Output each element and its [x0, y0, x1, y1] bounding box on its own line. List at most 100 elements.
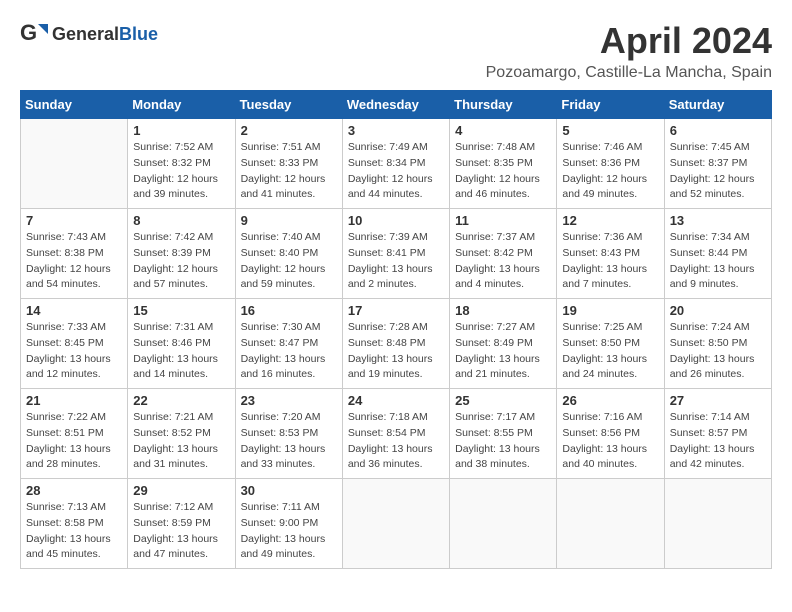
- logo-general: General: [52, 24, 119, 44]
- calendar-cell: 26 Sunrise: 7:16 AMSunset: 8:56 PMDayligh…: [557, 389, 664, 479]
- day-info: Sunrise: 7:42 AMSunset: 8:39 PMDaylight:…: [133, 230, 229, 293]
- calendar-cell: 8 Sunrise: 7:42 AMSunset: 8:39 PMDaylight…: [128, 209, 235, 299]
- day-info: Sunrise: 7:51 AMSunset: 8:33 PMDaylight:…: [241, 140, 337, 203]
- day-number: 1: [133, 123, 229, 138]
- day-number: 16: [241, 303, 337, 318]
- calendar-cell: 16 Sunrise: 7:30 AMSunset: 8:47 PMDayligh…: [235, 299, 342, 389]
- day-number: 5: [562, 123, 658, 138]
- column-header-friday: Friday: [557, 91, 664, 119]
- day-info: Sunrise: 7:27 AMSunset: 8:49 PMDaylight:…: [455, 320, 551, 383]
- day-number: 6: [670, 123, 766, 138]
- column-header-sunday: Sunday: [21, 91, 128, 119]
- svg-text:G: G: [20, 20, 37, 45]
- day-info: Sunrise: 7:37 AMSunset: 8:42 PMDaylight:…: [455, 230, 551, 293]
- day-info: Sunrise: 7:40 AMSunset: 8:40 PMDaylight:…: [241, 230, 337, 293]
- day-number: 8: [133, 213, 229, 228]
- day-info: Sunrise: 7:52 AMSunset: 8:32 PMDaylight:…: [133, 140, 229, 203]
- calendar-table: SundayMondayTuesdayWednesdayThursdayFrid…: [20, 90, 772, 569]
- day-number: 15: [133, 303, 229, 318]
- day-info: Sunrise: 7:45 AMSunset: 8:37 PMDaylight:…: [670, 140, 766, 203]
- day-number: 13: [670, 213, 766, 228]
- logo-icon: G: [20, 20, 48, 48]
- column-header-monday: Monday: [128, 91, 235, 119]
- day-number: 21: [26, 393, 122, 408]
- day-info: Sunrise: 7:31 AMSunset: 8:46 PMDaylight:…: [133, 320, 229, 383]
- calendar-cell: 6 Sunrise: 7:45 AMSunset: 8:37 PMDaylight…: [664, 119, 771, 209]
- calendar-cell: 18Sunrise: 7:27 AMSunset: 8:49 PMDayligh…: [450, 299, 557, 389]
- day-number: 26: [562, 393, 658, 408]
- day-info: Sunrise: 7:12 AMSunset: 8:59 PMDaylight:…: [133, 500, 229, 563]
- calendar-cell: 23Sunrise: 7:20 AMSunset: 8:53 PMDayligh…: [235, 389, 342, 479]
- day-info: Sunrise: 7:49 AMSunset: 8:34 PMDaylight:…: [348, 140, 444, 203]
- calendar-cell: 15 Sunrise: 7:31 AMSunset: 8:46 PMDayligh…: [128, 299, 235, 389]
- day-info: Sunrise: 7:39 AMSunset: 8:41 PMDaylight:…: [348, 230, 444, 293]
- day-info: Sunrise: 7:18 AMSunset: 8:54 PMDaylight:…: [348, 410, 444, 473]
- calendar-cell: [21, 119, 128, 209]
- calendar-cell: [664, 479, 771, 569]
- day-number: 14: [26, 303, 122, 318]
- calendar-cell: 27 Sunrise: 7:14 AMSunset: 8:57 PMDayligh…: [664, 389, 771, 479]
- day-number: 7: [26, 213, 122, 228]
- day-info: Sunrise: 7:48 AMSunset: 8:35 PMDaylight:…: [455, 140, 551, 203]
- day-info: Sunrise: 7:17 AMSunset: 8:55 PMDaylight:…: [455, 410, 551, 473]
- day-number: 28: [26, 483, 122, 498]
- column-header-saturday: Saturday: [664, 91, 771, 119]
- day-info: Sunrise: 7:22 AMSunset: 8:51 PMDaylight:…: [26, 410, 122, 473]
- day-number: 11: [455, 213, 551, 228]
- calendar-header-row: SundayMondayTuesdayWednesdayThursdayFrid…: [21, 91, 772, 119]
- week-row-4: 21 Sunrise: 7:22 AMSunset: 8:51 PMDayligh…: [21, 389, 772, 479]
- day-number: 25: [455, 393, 551, 408]
- week-row-1: 1 Sunrise: 7:52 AMSunset: 8:32 PMDaylight…: [21, 119, 772, 209]
- week-row-2: 7 Sunrise: 7:43 AMSunset: 8:38 PMDaylight…: [21, 209, 772, 299]
- calendar-cell: 9 Sunrise: 7:40 AMSunset: 8:40 PMDaylight…: [235, 209, 342, 299]
- day-info: Sunrise: 7:25 AMSunset: 8:50 PMDaylight:…: [562, 320, 658, 383]
- day-number: 9: [241, 213, 337, 228]
- column-header-tuesday: Tuesday: [235, 91, 342, 119]
- day-info: Sunrise: 7:46 AMSunset: 8:36 PMDaylight:…: [562, 140, 658, 203]
- day-info: Sunrise: 7:11 AMSunset: 9:00 PMDaylight:…: [241, 500, 337, 563]
- day-number: 22: [133, 393, 229, 408]
- day-info: Sunrise: 7:28 AMSunset: 8:48 PMDaylight:…: [348, 320, 444, 383]
- column-header-wednesday: Wednesday: [342, 91, 449, 119]
- calendar-cell: 14 Sunrise: 7:33 AMSunset: 8:45 PMDayligh…: [21, 299, 128, 389]
- day-info: Sunrise: 7:14 AMSunset: 8:57 PMDaylight:…: [670, 410, 766, 473]
- logo-blue: Blue: [119, 24, 158, 44]
- day-number: 12: [562, 213, 658, 228]
- calendar-cell: 24Sunrise: 7:18 AMSunset: 8:54 PMDayligh…: [342, 389, 449, 479]
- calendar-cell: 1 Sunrise: 7:52 AMSunset: 8:32 PMDaylight…: [128, 119, 235, 209]
- title-area: April 2024 Pozoamargo, Castille-La Manch…: [486, 20, 772, 82]
- day-number: 29: [133, 483, 229, 498]
- day-number: 30: [241, 483, 337, 498]
- calendar-cell: [557, 479, 664, 569]
- day-info: Sunrise: 7:30 AMSunset: 8:47 PMDaylight:…: [241, 320, 337, 383]
- calendar-cell: [342, 479, 449, 569]
- calendar-cell: 30 Sunrise: 7:11 AMSunset: 9:00 PMDayligh…: [235, 479, 342, 569]
- day-number: 10: [348, 213, 444, 228]
- calendar-cell: 5 Sunrise: 7:46 AMSunset: 8:36 PMDaylight…: [557, 119, 664, 209]
- day-info: Sunrise: 7:33 AMSunset: 8:45 PMDaylight:…: [26, 320, 122, 383]
- day-info: Sunrise: 7:16 AMSunset: 8:56 PMDaylight:…: [562, 410, 658, 473]
- day-info: Sunrise: 7:36 AMSunset: 8:43 PMDaylight:…: [562, 230, 658, 293]
- calendar-cell: 25 Sunrise: 7:17 AMSunset: 8:55 PMDayligh…: [450, 389, 557, 479]
- column-header-thursday: Thursday: [450, 91, 557, 119]
- day-number: 19: [562, 303, 658, 318]
- day-info: Sunrise: 7:34 AMSunset: 8:44 PMDaylight:…: [670, 230, 766, 293]
- calendar-cell: 29 Sunrise: 7:12 AMSunset: 8:59 PMDayligh…: [128, 479, 235, 569]
- week-row-5: 28Sunrise: 7:13 AMSunset: 8:58 PMDayligh…: [21, 479, 772, 569]
- day-number: 27: [670, 393, 766, 408]
- calendar-cell: 10 Sunrise: 7:39 AMSunset: 8:41 PMDayligh…: [342, 209, 449, 299]
- calendar-cell: 20Sunrise: 7:24 AMSunset: 8:50 PMDayligh…: [664, 299, 771, 389]
- day-info: Sunrise: 7:43 AMSunset: 8:38 PMDaylight:…: [26, 230, 122, 293]
- calendar-cell: 21 Sunrise: 7:22 AMSunset: 8:51 PMDayligh…: [21, 389, 128, 479]
- calendar-cell: 11 Sunrise: 7:37 AMSunset: 8:42 PMDayligh…: [450, 209, 557, 299]
- calendar-cell: 3Sunrise: 7:49 AMSunset: 8:34 PMDaylight…: [342, 119, 449, 209]
- month-title: April 2024: [486, 20, 772, 62]
- calendar-cell: 19 Sunrise: 7:25 AMSunset: 8:50 PMDayligh…: [557, 299, 664, 389]
- calendar-cell: 28Sunrise: 7:13 AMSunset: 8:58 PMDayligh…: [21, 479, 128, 569]
- logo: G GeneralBlue: [20, 20, 158, 48]
- day-info: Sunrise: 7:21 AMSunset: 8:52 PMDaylight:…: [133, 410, 229, 473]
- week-row-3: 14 Sunrise: 7:33 AMSunset: 8:45 PMDayligh…: [21, 299, 772, 389]
- day-number: 23: [241, 393, 337, 408]
- calendar-cell: 12 Sunrise: 7:36 AMSunset: 8:43 PMDayligh…: [557, 209, 664, 299]
- calendar-cell: 22 Sunrise: 7:21 AMSunset: 8:52 PMDayligh…: [128, 389, 235, 479]
